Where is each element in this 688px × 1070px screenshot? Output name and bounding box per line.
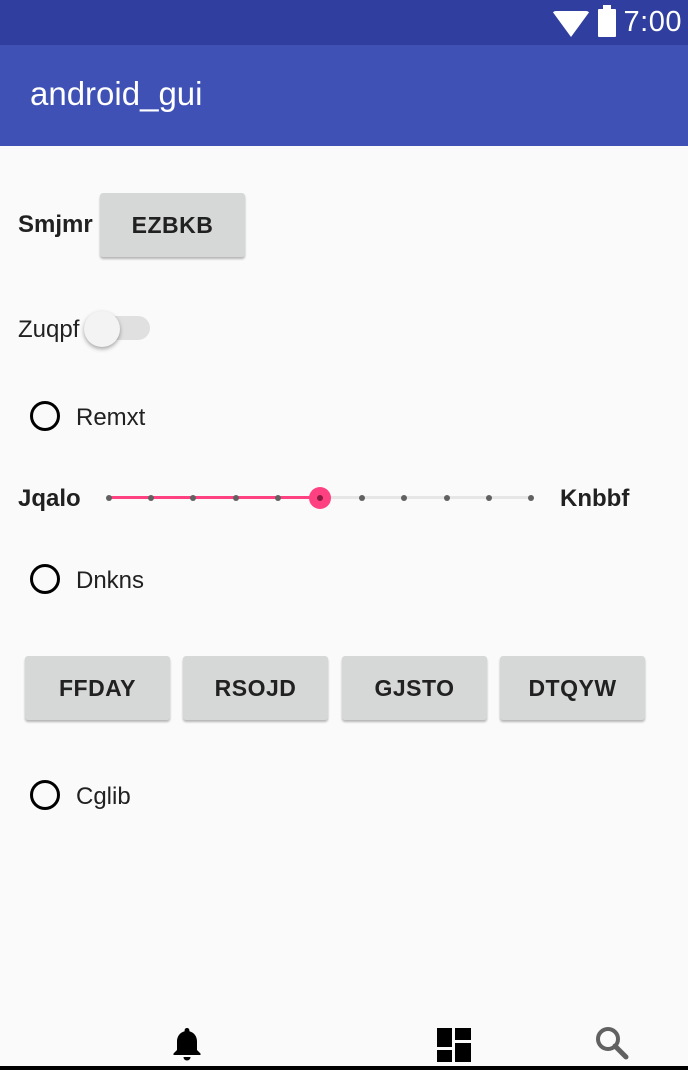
app-title: android_gui	[30, 75, 203, 112]
remxt-radio-label[interactable]: Remxt	[76, 404, 145, 432]
status-time: 7:00	[623, 6, 682, 38]
zuqpf-switch-thumb[interactable]	[84, 311, 120, 347]
seekbar-tick	[443, 494, 450, 501]
seekbar-thumb[interactable]	[309, 486, 331, 509]
remxt-radio-button[interactable]	[30, 401, 60, 431]
dashboard-icon[interactable]	[437, 1028, 471, 1062]
status-icons: 7:00	[551, 0, 682, 45]
seekbar-tick	[359, 494, 366, 501]
navigation-bar-edge	[0, 1066, 688, 1070]
gjsto-button[interactable]: GJSTO	[342, 656, 487, 720]
dtqyw-button[interactable]: DTQYW	[500, 656, 645, 720]
seekbar-tick	[485, 494, 492, 501]
dnkns-radio-label[interactable]: Dnkns	[76, 567, 144, 595]
seekbar-tick	[274, 494, 281, 501]
seekbar[interactable]	[106, 486, 534, 509]
rsojd-button[interactable]: RSOJD	[183, 656, 328, 720]
seekbar-tick	[401, 494, 408, 501]
cglib-radio-button[interactable]	[30, 780, 60, 810]
jqalo-label: Jqalo	[18, 485, 81, 512]
seekbar-tick	[190, 494, 197, 501]
bell-icon[interactable]	[171, 1026, 203, 1062]
ffday-button[interactable]: FFDAY	[25, 656, 170, 720]
seekbar-thumb-dot	[317, 494, 323, 501]
seekbar-progress	[109, 496, 320, 499]
seekbar-tick	[232, 494, 239, 501]
seekbar-tick	[528, 494, 534, 501]
zuqpf-label: Zuqpf	[18, 316, 80, 343]
smjmr-label: Smjmr	[18, 211, 93, 238]
app-bar: android_gui	[0, 45, 688, 146]
search-icon[interactable]	[595, 1026, 629, 1062]
ezbkb-button[interactable]: EZBKB	[100, 193, 245, 257]
status-bar: 7:00	[0, 0, 688, 45]
knbbf-label: Knbbf	[560, 485, 630, 512]
battery-icon	[597, 4, 616, 37]
dnkns-radio-button[interactable]	[30, 564, 60, 594]
bottom-navigation	[0, 1020, 688, 1070]
wifi-icon	[551, 10, 590, 37]
seekbar-tick	[106, 494, 112, 501]
cglib-radio-label[interactable]: Cglib	[76, 783, 131, 811]
seekbar-tick	[148, 494, 155, 501]
